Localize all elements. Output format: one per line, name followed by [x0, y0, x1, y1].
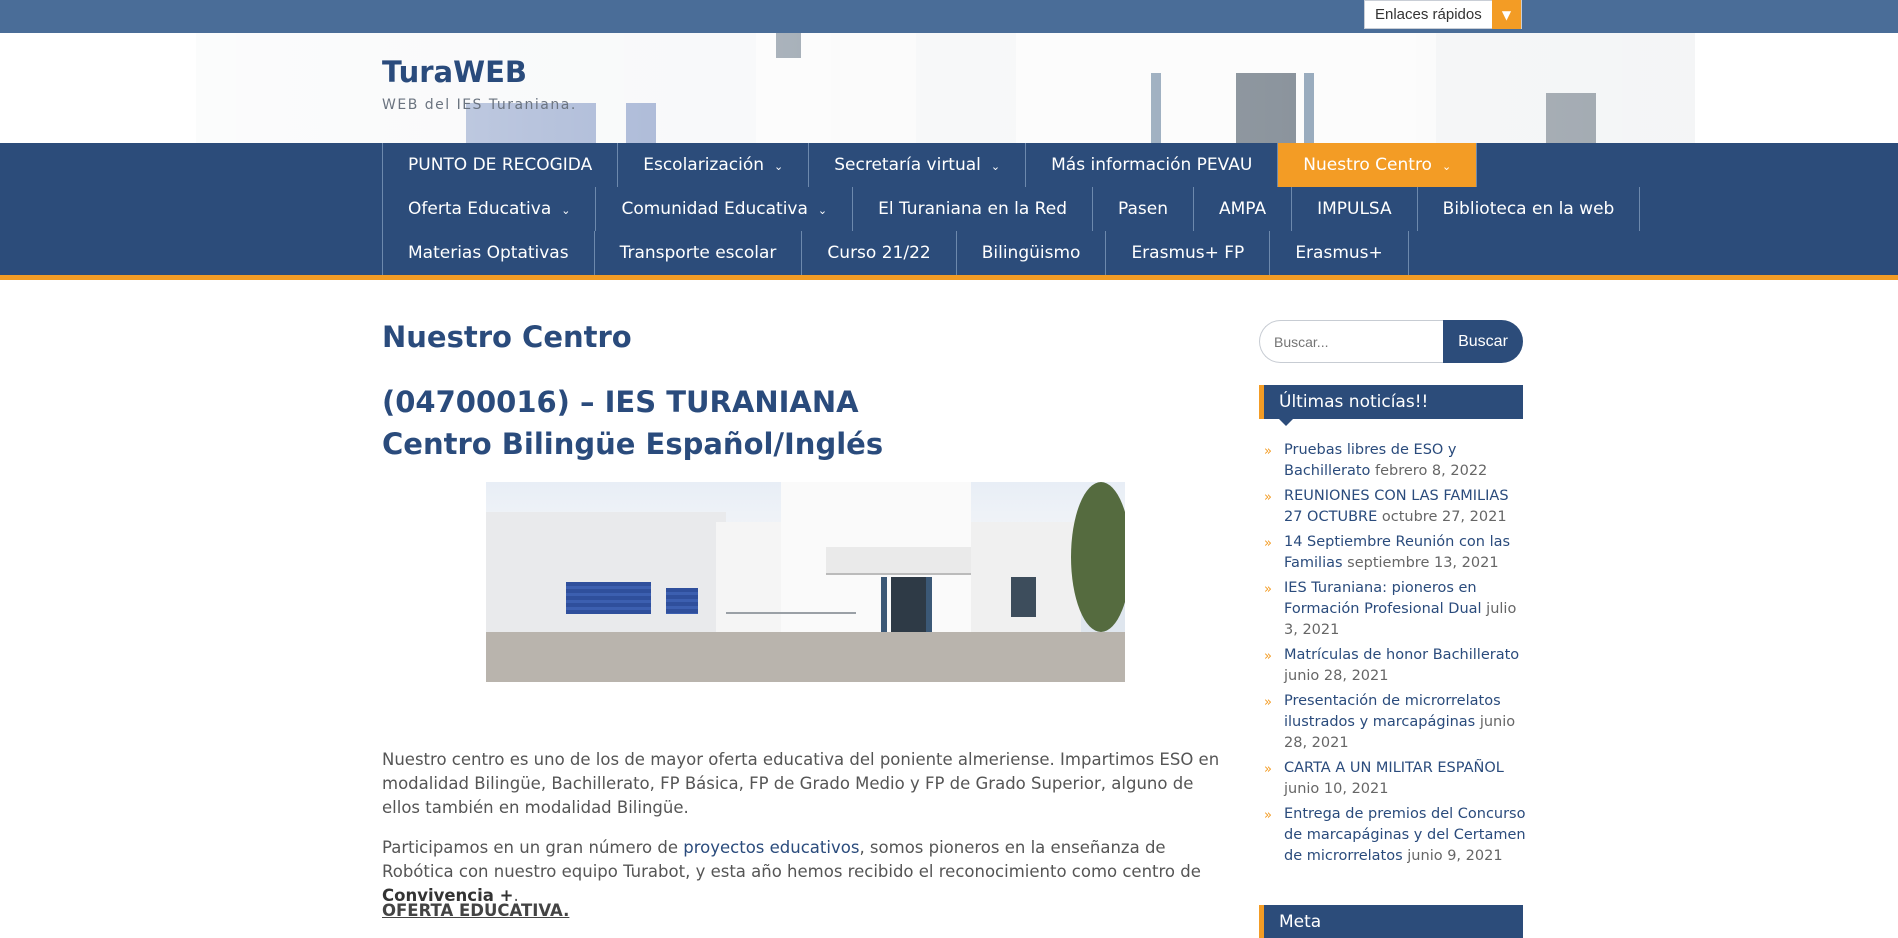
nav-item[interactable]: PUNTO DE RECOGIDA: [382, 143, 617, 187]
nav-item-label: AMPA: [1218, 199, 1267, 219]
news-link[interactable]: CARTA A UN MILITAR ESPAÑOL: [1284, 760, 1504, 776]
nav-item[interactable]: Comunidad Educativa ⌄: [595, 187, 852, 231]
nav-item-label: Comunidad Educativa: [621, 199, 808, 219]
nav-accent-border: [0, 275, 1898, 280]
nav-item-label: Más información PEVAU: [1051, 155, 1253, 175]
quick-links-label: Enlaces rápidos: [1375, 6, 1482, 23]
nav-item-label: Nuestro Centro: [1303, 155, 1432, 175]
nav-item[interactable]: Oferta Educativa ⌄: [382, 187, 595, 231]
double-chevron-right-icon: »: [1264, 808, 1272, 823]
chevron-down-icon[interactable]: ▼: [1492, 0, 1521, 29]
site-title[interactable]: TuraWEB: [382, 55, 527, 89]
search-button[interactable]: Buscar: [1443, 320, 1523, 363]
nav-item-label: Erasmus+: [1295, 243, 1383, 263]
news-date: octubre 27, 2021: [1381, 509, 1507, 525]
nav-item-label: PUNTO DE RECOGIDA: [408, 155, 593, 175]
news-link[interactable]: IES Turaniana: pioneros en Formación Pro…: [1284, 580, 1482, 617]
nav-item[interactable]: IMPULSA: [1291, 187, 1417, 231]
nav-item-label: IMPULSA: [1317, 199, 1392, 219]
news-item: » REUNIONES CON LAS FAMILIAS 27 OCTUBRE o…: [1264, 486, 1526, 528]
nav-item[interactable]: Secretaría virtual ⌄: [808, 143, 1025, 187]
chevron-down-icon: ⌄: [1441, 160, 1452, 173]
search-input[interactable]: [1259, 320, 1443, 363]
news-link[interactable]: Matrículas de honor Bachillerato: [1284, 647, 1519, 663]
nav-item[interactable]: Curso 21/22: [801, 231, 955, 275]
news-date: junio 28, 2021: [1284, 668, 1389, 684]
nav-item[interactable]: AMPA: [1192, 187, 1291, 231]
nav-item[interactable]: Escolarización ⌄: [617, 143, 808, 187]
chevron-down-icon: ⌄: [817, 204, 828, 217]
nav-item[interactable]: El Turaniana en la Red: [852, 187, 1092, 231]
nav-item-label: Pasen: [1117, 199, 1168, 219]
double-chevron-right-icon: »: [1264, 695, 1272, 710]
quick-links-dropdown[interactable]: Enlaces rápidos ▼: [1364, 0, 1522, 29]
nav-item-label: Escolarización: [643, 155, 765, 175]
news-link[interactable]: Presentación de microrrelatos ilustrados…: [1284, 693, 1501, 730]
main-navigation: PUNTO DE RECOGIDA Escolarización ⌄ Secretar…: [0, 143, 1898, 275]
projects-link[interactable]: proyectos educativos: [683, 838, 859, 857]
news-date: junio 9, 2021: [1407, 848, 1503, 864]
widget-title-text: Meta: [1279, 912, 1322, 932]
latest-news-title: Últimas noticías!!: [1259, 385, 1523, 426]
news-item: » CARTA A UN MILITAR ESPAÑOL junio 10, 20…: [1264, 758, 1526, 800]
site-description: WEB del IES Turaniana.: [382, 97, 577, 113]
nav-item-label: Oferta Educativa: [408, 199, 552, 219]
page-title: Nuestro Centro: [382, 320, 632, 354]
bilingual-heading: Centro Bilingüe Español/Inglés: [382, 427, 884, 461]
nav-row: Oferta Educativa ⌄ Comunidad Educativa ⌄ El …: [382, 187, 1641, 231]
double-chevron-right-icon: »: [1264, 490, 1272, 505]
nav-item-label: Secretaría virtual: [834, 155, 981, 175]
nav-item[interactable]: Biblioteca en la web: [1416, 187, 1641, 231]
meta-widget-title: Meta: [1259, 905, 1523, 938]
nav-row: PUNTO DE RECOGIDA Escolarización ⌄ Secretar…: [382, 143, 1478, 187]
news-item: » Entrega de premios del Concurso de marc…: [1264, 804, 1526, 867]
nav-item-label: Curso 21/22: [827, 243, 931, 263]
nav-item[interactable]: Nuestro Centro ⌄: [1277, 143, 1478, 187]
double-chevron-right-icon: »: [1264, 536, 1272, 551]
nav-item-label: Bilingüismo: [981, 243, 1081, 263]
nav-item-label: El Turaniana en la Red: [878, 199, 1067, 219]
nav-item[interactable]: Erasmus+: [1269, 231, 1409, 275]
news-date: febrero 8, 2022: [1375, 463, 1488, 479]
double-chevron-right-icon: »: [1264, 649, 1272, 664]
school-building-photo: [486, 482, 1125, 682]
double-chevron-right-icon: »: [1264, 444, 1272, 459]
nav-row: Materias Optativas Transporte escolar Curs…: [382, 231, 1409, 275]
projects-paragraph: Participamos en un gran número de proyec…: [382, 836, 1228, 908]
news-item: » 14 Septiembre Reunión con las Familias …: [1264, 532, 1526, 574]
news-date: septiembre 13, 2021: [1347, 555, 1499, 571]
offer-heading-link[interactable]: OFERTA EDUCATIVA.: [382, 899, 1228, 923]
news-item: » Pruebas libres de ESO y Bachillerato fe…: [1264, 440, 1526, 482]
nav-item[interactable]: Bilingüismo: [955, 231, 1106, 275]
nav-item[interactable]: Materias Optativas: [382, 231, 594, 275]
news-item: » Matrículas de honor Bachillerato junio …: [1264, 645, 1526, 687]
nav-item[interactable]: Más información PEVAU: [1025, 143, 1277, 187]
nav-item[interactable]: Pasen: [1091, 187, 1193, 231]
nav-item[interactable]: Erasmus+ FP: [1105, 231, 1269, 275]
school-code-heading: (04700016) – IES TURANIANA: [382, 385, 859, 419]
news-item: » Presentación de microrrelatos ilustrado…: [1264, 691, 1526, 754]
nav-item-label: Materias Optativas: [408, 243, 569, 263]
search-form: Buscar: [1259, 320, 1523, 363]
chevron-down-icon: ⌄: [990, 160, 1001, 173]
news-date: junio 10, 2021: [1284, 781, 1389, 797]
projects-text: Participamos en un gran número de: [382, 838, 684, 857]
chevron-down-icon: ⌄: [774, 160, 784, 173]
double-chevron-right-icon: »: [1264, 582, 1272, 597]
nav-item[interactable]: Transporte escolar: [593, 231, 802, 275]
chevron-down-icon: ⌄: [561, 204, 571, 217]
nav-item-label: Erasmus+ FP: [1131, 243, 1245, 263]
news-list: » Pruebas libres de ESO y Bachillerato fe…: [1264, 440, 1526, 871]
double-chevron-right-icon: »: [1264, 762, 1272, 777]
nav-item-label: Transporte escolar: [619, 243, 777, 263]
widget-title-text: Últimas noticías!!: [1279, 392, 1429, 412]
news-item: » IES Turaniana: pioneros en Formación Pr…: [1264, 578, 1526, 641]
top-bar: Enlaces rápidos ▼: [0, 0, 1898, 33]
nav-item-label: Biblioteca en la web: [1442, 199, 1615, 219]
intro-paragraph: Nuestro centro es uno de los de mayor of…: [382, 750, 1220, 817]
